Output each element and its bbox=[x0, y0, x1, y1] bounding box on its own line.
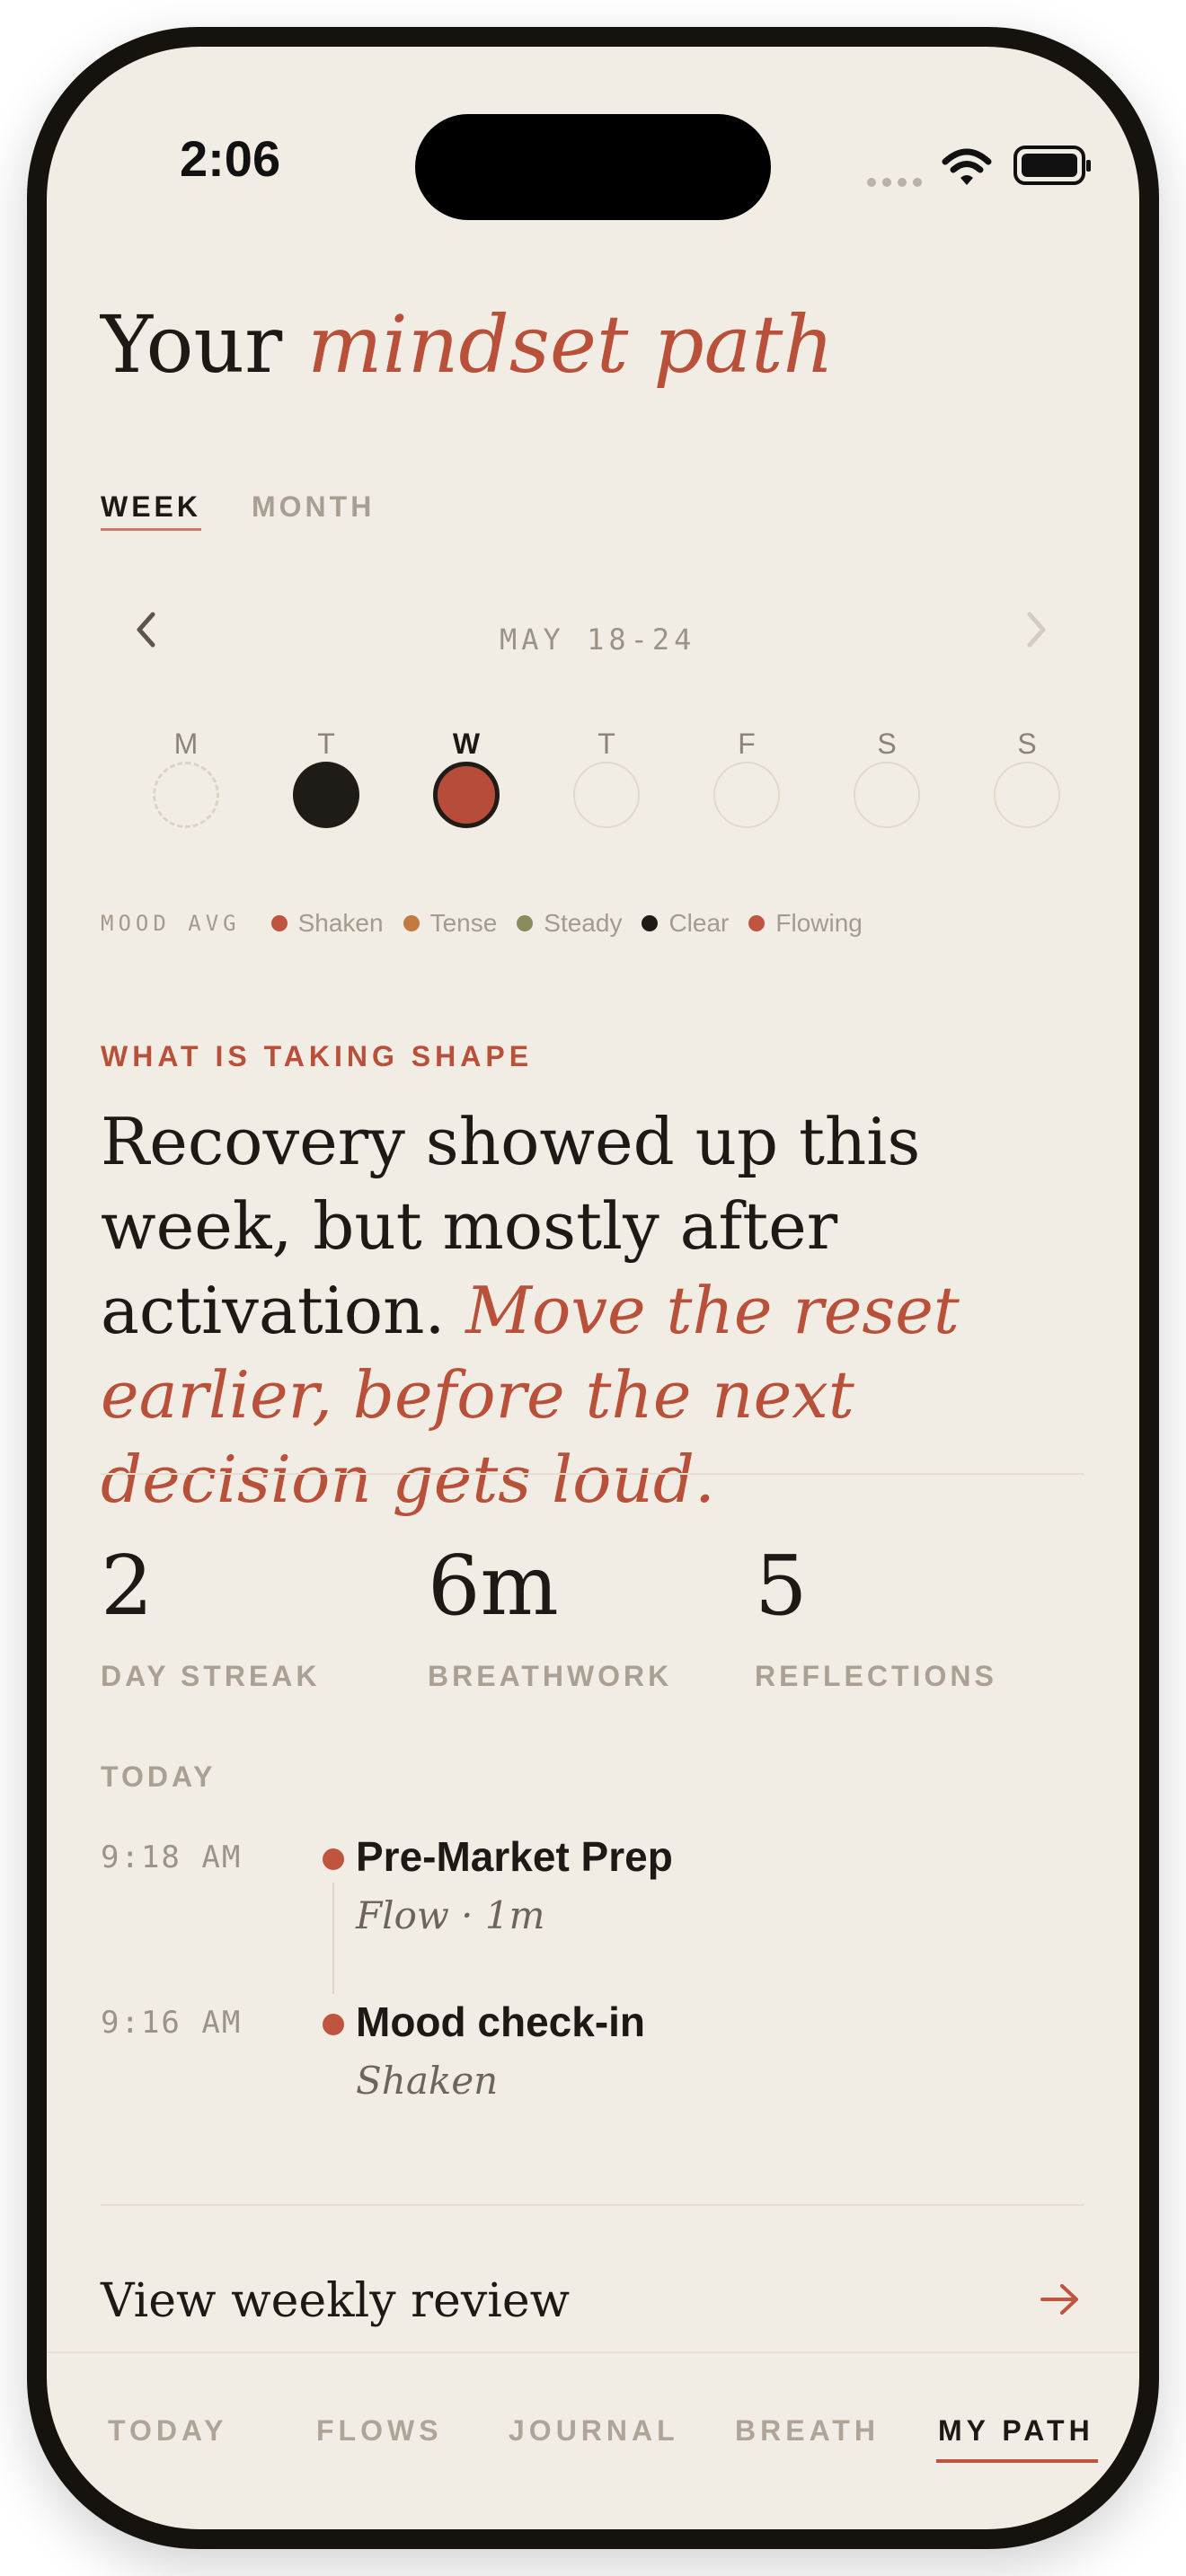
tab-journal[interactable]: JOURNAL bbox=[509, 2414, 679, 2448]
tab-today[interactable]: TODAY bbox=[108, 2414, 227, 2448]
day-label-sat: S bbox=[877, 728, 897, 760]
stat-breathwork-value: 6m bbox=[428, 1538, 559, 1634]
legend-item-tense: Tense bbox=[403, 909, 497, 938]
week-range: MAY 18-24 bbox=[500, 622, 696, 657]
stat-reflections-value: 5 bbox=[755, 1538, 808, 1634]
day-label-wed: W bbox=[452, 728, 481, 760]
dynamic-island bbox=[415, 114, 771, 220]
day-dot-wed[interactable] bbox=[433, 762, 500, 828]
tab-month[interactable]: MONTH bbox=[252, 490, 375, 524]
entry-time: 9:16 AM bbox=[101, 2005, 243, 2041]
stat-breathwork-label: BREATHWORK bbox=[428, 1660, 673, 1692]
legend-item-shaken: Shaken bbox=[270, 909, 384, 938]
signal-icon bbox=[866, 176, 924, 189]
stat-streak-label: DAY STREAK bbox=[101, 1660, 321, 1692]
tab-week[interactable]: WEEK bbox=[101, 490, 201, 524]
today-label: TODAY bbox=[101, 1760, 217, 1793]
timeline-dot bbox=[323, 2014, 344, 2035]
arrow-right-icon[interactable] bbox=[1039, 2281, 1082, 2317]
chevron-left-icon[interactable] bbox=[133, 609, 158, 650]
day-label-sun: S bbox=[1017, 728, 1037, 760]
legend-item-flowing: Flowing bbox=[748, 909, 863, 938]
tab-week-underline bbox=[101, 528, 201, 531]
legend-item-steady: Steady bbox=[517, 909, 622, 938]
status-time: 2:06 bbox=[180, 130, 281, 187]
tab-bar-divider bbox=[47, 2351, 1139, 2353]
day-label-thu: T bbox=[597, 728, 615, 760]
entry-title[interactable]: Mood check-in bbox=[356, 1998, 645, 2046]
mood-legend-title: MOOD AVG bbox=[101, 911, 241, 936]
tab-my-path[interactable]: MY PATH bbox=[938, 2414, 1094, 2448]
entry-title[interactable]: Pre-Market Prep bbox=[356, 1832, 673, 1881]
chevron-right-icon[interactable] bbox=[1024, 609, 1049, 650]
page-title: Your mindset path bbox=[101, 298, 834, 391]
insight-label: WHAT IS TAKING SHAPE bbox=[101, 1040, 534, 1072]
wifi-icon bbox=[942, 147, 992, 187]
day-label-fri: F bbox=[738, 728, 756, 760]
weekly-review-link[interactable]: View weekly review bbox=[101, 2274, 570, 2328]
day-dot-mon[interactable] bbox=[153, 762, 219, 828]
title-accent: mindset path bbox=[307, 298, 835, 391]
timeline-line bbox=[332, 1883, 334, 1994]
day-dot-fri[interactable] bbox=[713, 762, 780, 828]
timeline-dot bbox=[323, 1848, 344, 1870]
screen: 2:06 Your mindset path WEEK MONTH MAY 18… bbox=[47, 47, 1139, 2529]
entry-subtitle: Shaken bbox=[356, 2059, 499, 2103]
divider bbox=[101, 2204, 1084, 2206]
tab-breath[interactable]: BREATH bbox=[735, 2414, 880, 2448]
legend-item-clear: Clear bbox=[642, 909, 729, 938]
mood-legend: MOOD AVG Shaken Tense Steady Clear Flowi… bbox=[101, 909, 882, 938]
entry-time: 9:18 AM bbox=[101, 1839, 243, 1875]
day-dot-sat[interactable] bbox=[854, 762, 920, 828]
day-dot-tue[interactable] bbox=[293, 762, 359, 828]
day-label-mon: M bbox=[173, 728, 199, 760]
battery-icon bbox=[1013, 144, 1093, 189]
title-plain: Your bbox=[101, 298, 283, 391]
insight-text: Recovery showed up this week, but mostly… bbox=[101, 1099, 1089, 1522]
tab-flows[interactable]: FLOWS bbox=[316, 2414, 443, 2448]
tab-my-path-underline bbox=[936, 2459, 1098, 2463]
day-label-tue: T bbox=[317, 728, 335, 760]
day-dot-thu[interactable] bbox=[573, 762, 640, 828]
day-dot-sun[interactable] bbox=[994, 762, 1060, 828]
entry-subtitle: Flow · 1m bbox=[356, 1893, 545, 1937]
stat-reflections-label: REFLECTIONS bbox=[755, 1660, 997, 1692]
stat-streak-value: 2 bbox=[101, 1538, 154, 1634]
divider bbox=[101, 1473, 1084, 1475]
phone-frame: 2:06 Your mindset path WEEK MONTH MAY 18… bbox=[27, 27, 1159, 2549]
